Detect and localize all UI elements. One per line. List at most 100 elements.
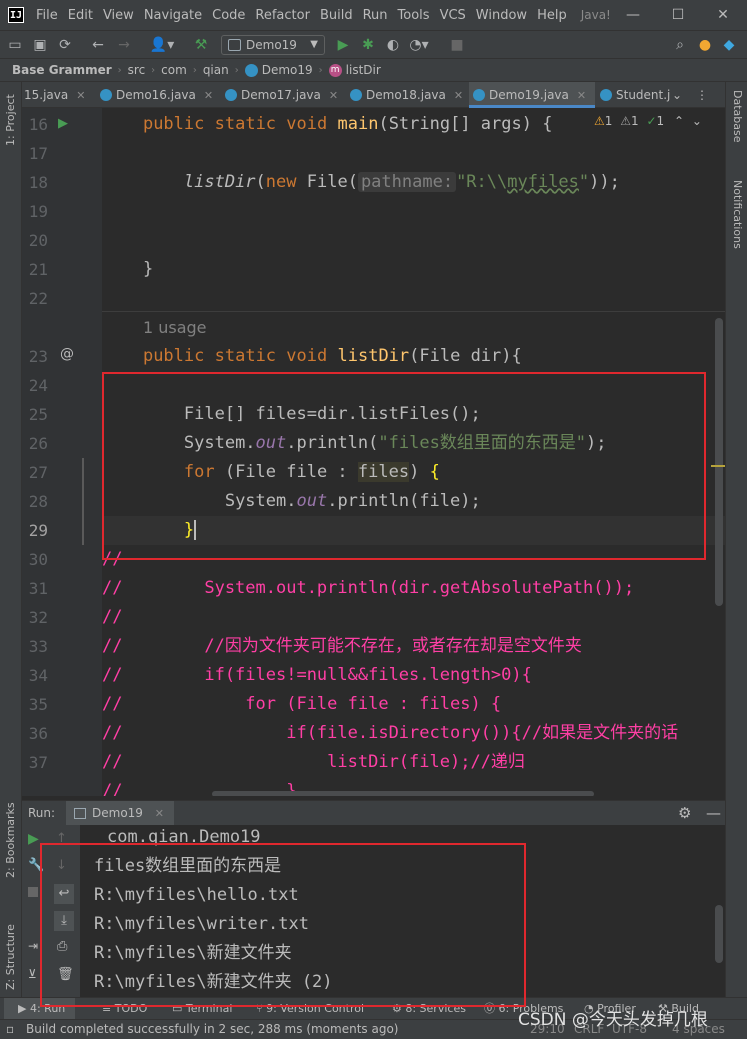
menu-tools[interactable]: Tools: [398, 8, 430, 23]
notifications-tool-tab[interactable]: Notifications: [731, 180, 744, 249]
comment-line: //: [102, 607, 123, 627]
class-icon: [225, 89, 237, 101]
editor-scrollbar[interactable]: [715, 318, 723, 606]
back-icon[interactable]: ←: [89, 36, 107, 54]
tab-demo16[interactable]: Demo16.java ✕: [96, 82, 213, 108]
code-editor[interactable]: ⚠1 ⚠1 ✓1 ⌃ ⌄ public static void main(Str…: [102, 108, 725, 796]
menu-code[interactable]: Code: [212, 8, 245, 23]
save-icon[interactable]: ▣: [31, 36, 49, 54]
inspection-widget[interactable]: ⚠1 ⚠1 ✓1 ⌃ ⌄: [594, 114, 702, 128]
line-number: 29: [28, 521, 48, 540]
warning-stripe-marker[interactable]: [711, 465, 725, 467]
breadcrumb-class[interactable]: Demo19: [262, 63, 313, 77]
highlight-box-console: [40, 843, 526, 1007]
class-icon: [473, 89, 485, 101]
main-toolbar: ▭ ▣ ⟳ ← → 👤▾ ⚒ Demo19 ▼ ▶ ✱ ◐ ◔▾ ■ ⌕ ● ◆: [0, 30, 747, 58]
menu-window[interactable]: Window: [476, 8, 527, 23]
coverage-icon[interactable]: ◐: [384, 36, 402, 54]
class-icon: [244, 63, 258, 77]
minimize-panel-icon[interactable]: —: [706, 804, 721, 822]
run-configuration-select[interactable]: Demo19 ▼: [221, 35, 325, 55]
breadcrumb-com[interactable]: com: [161, 63, 187, 77]
close-icon[interactable]: ✕: [204, 89, 213, 102]
breadcrumb-project[interactable]: Base Grammer: [12, 63, 112, 77]
usage-hint[interactable]: 1 usage: [102, 313, 725, 342]
line-number: 21: [28, 260, 48, 279]
run-icon[interactable]: ▶: [334, 36, 352, 54]
close-icon[interactable]: ✕: [329, 89, 338, 102]
menu-refactor[interactable]: Refactor: [255, 8, 310, 23]
menu-run[interactable]: Run: [363, 8, 388, 23]
highlight-box-code: [102, 372, 706, 560]
run-gutter-icon[interactable]: ▶: [58, 116, 68, 131]
gear-icon[interactable]: ⚙: [678, 804, 691, 822]
vcs-user-icon[interactable]: 👤▾: [148, 36, 176, 54]
sync-icon[interactable]: ⟳: [56, 36, 74, 54]
console-scrollbar[interactable]: [715, 905, 723, 963]
status-message[interactable]: Build completed successfully in 2 sec, 2…: [26, 1020, 398, 1039]
close-icon[interactable]: ✕: [700, 0, 746, 30]
line-number: 33: [28, 637, 48, 656]
search-icon[interactable]: ⌕: [671, 36, 689, 54]
left-tool-strip: 1: Project 2: Bookmarks Z: Structure: [0, 82, 22, 997]
warning-icon: ⚠: [594, 114, 605, 128]
pin-icon[interactable]: ⊻: [28, 967, 37, 981]
stop-icon[interactable]: [28, 887, 38, 897]
menu-help[interactable]: Help: [537, 8, 567, 23]
window-title: Java!: [580, 8, 611, 22]
tab-list-chevron-icon[interactable]: ⌄: [668, 82, 682, 108]
close-icon[interactable]: ✕: [76, 89, 85, 102]
run-panel-header: Run: Demo19 ✕ ⚙ —: [22, 800, 725, 826]
tab-demo17[interactable]: Demo17.java ✕: [221, 82, 338, 108]
chevron-right-icon: ›: [234, 64, 239, 76]
menu-view[interactable]: View: [103, 8, 134, 23]
open-folder-icon[interactable]: ▭: [6, 36, 24, 54]
breadcrumb-src[interactable]: src: [128, 63, 146, 77]
chevron-down-icon[interactable]: ⌄: [692, 114, 702, 128]
tab-15-java[interactable]: 15.java ✕: [4, 82, 85, 108]
chevron-up-icon[interactable]: ⌃: [674, 114, 684, 128]
bookmarks-tool-tab[interactable]: 2: Bookmarks: [4, 802, 17, 878]
minimize-icon[interactable]: —: [610, 0, 656, 30]
maximize-icon[interactable]: ☐: [655, 0, 701, 30]
tab-demo18[interactable]: Demo18.java ✕: [346, 82, 463, 108]
update-icon[interactable]: ●: [696, 36, 714, 54]
menu-bar: IJ File Edit View Navigate Code Refactor…: [0, 0, 747, 30]
chevron-right-icon: ›: [151, 64, 156, 76]
menu-file[interactable]: File: [36, 8, 58, 23]
close-icon[interactable]: ✕: [454, 89, 463, 102]
stop-icon[interactable]: ■: [448, 36, 466, 54]
plugin-icon[interactable]: ◆: [720, 36, 738, 54]
annotation-at-icon[interactable]: @: [60, 346, 74, 362]
menu-vcs[interactable]: VCS: [440, 8, 466, 23]
tab-student[interactable]: Student.j: [596, 82, 670, 108]
breadcrumb: Base Grammer › src › com › qian › Demo19…: [0, 58, 747, 82]
menu-build[interactable]: Build: [320, 8, 353, 23]
close-icon[interactable]: ✕: [577, 89, 586, 102]
more-tabs-icon[interactable]: ⋮: [692, 82, 708, 108]
menu-edit[interactable]: Edit: [68, 8, 93, 23]
tab-demo19[interactable]: Demo19.java ✕: [469, 82, 595, 108]
horizontal-scrollbar[interactable]: [212, 791, 594, 796]
chevron-down-icon: ▼: [310, 39, 318, 50]
change-marker: [82, 458, 84, 545]
class-icon: [350, 89, 362, 101]
structure-tool-tab[interactable]: Z: Structure: [4, 924, 17, 990]
right-tool-strip: Database Notifications: [725, 82, 747, 997]
forward-icon[interactable]: →: [115, 36, 133, 54]
breadcrumb-method[interactable]: listDir: [346, 63, 381, 77]
exit-icon[interactable]: ⇥: [28, 939, 38, 953]
breadcrumb-qian[interactable]: qian: [203, 63, 229, 77]
database-tool-tab[interactable]: Database: [731, 90, 744, 143]
comment-line: // if(file.isDirectory()){//如果是文件夹的话: [102, 723, 679, 743]
comment-line: // for (File file : files) {: [102, 694, 502, 714]
profile-icon[interactable]: ◔▾: [408, 36, 430, 54]
debug-icon[interactable]: ✱: [359, 36, 377, 54]
comment-line: // System.out.println(dir.getAbsolutePat…: [102, 578, 635, 598]
build-hammer-icon[interactable]: ⚒: [192, 36, 210, 54]
close-icon[interactable]: ✕: [155, 807, 164, 820]
run-tab-demo19[interactable]: Demo19 ✕: [66, 801, 174, 826]
rerun-icon[interactable]: ▶: [28, 831, 39, 847]
menu-navigate[interactable]: Navigate: [144, 8, 202, 23]
status-square-icon: ▫: [6, 1022, 15, 1036]
